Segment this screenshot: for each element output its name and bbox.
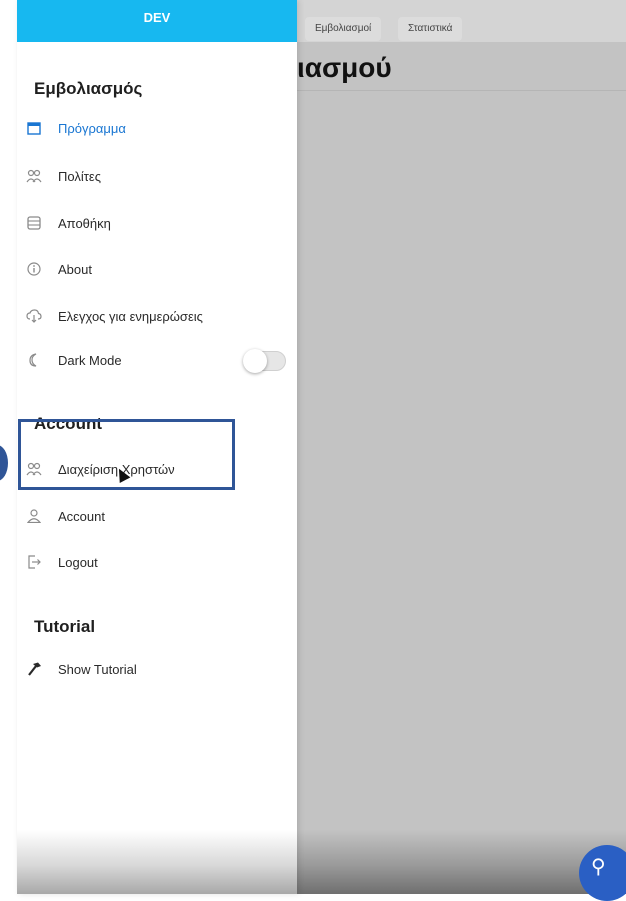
section-title-tutorial: Tutorial [34,617,96,636]
dark-mode-toggle[interactable] [243,349,286,373]
menu-item-show-tutorial[interactable]: Show Tutorial [17,652,297,686]
menu-item-label: Show Tutorial [58,661,137,677]
section-title-vaccination: Εμβολιασμός [34,79,143,98]
menu-item-dark-mode[interactable]: Dark Mode [17,343,297,377]
menu-item-label: Αποθήκη [58,215,111,231]
calendar-icon [26,120,42,136]
search-fab-button[interactable]: ⚲ [579,845,626,901]
people-icon [26,168,42,184]
info-icon [26,261,42,277]
menu-item-label: Πρόγραμμα [58,120,126,136]
step-marker [0,445,8,481]
menu-item-check-updates[interactable]: Ελεγχος για ενημερώσεις [17,299,297,333]
database-icon [26,215,42,231]
moon-icon [26,352,42,368]
cloud-download-icon [26,308,42,324]
hammer-icon [26,661,42,677]
menu-item-label: Dark Mode [58,352,122,368]
menu-item-label: Ελεγχος για ενημερώσεις [58,308,203,324]
drawer-header: DEV [17,0,297,42]
person-icon [26,508,42,524]
menu-item-label: Logout [58,554,98,570]
divider [285,90,626,91]
menu-item-label: About [58,261,92,277]
menu-item-citizens[interactable]: Πολίτες [17,159,297,193]
menu-item-label: Πολίτες [58,168,101,184]
menu-item-about[interactable]: About [17,252,297,286]
tab-vaccinations[interactable]: Εμβολιασμοί [305,17,382,41]
menu-item-storage[interactable]: Αποθήκη [17,206,297,240]
menu-item-program[interactable]: Πρόγραμμα [17,111,297,145]
page-title: ιασμού [297,52,392,83]
drawer-bottom-shade [17,830,297,894]
menu-item-label: Account [58,508,105,524]
search-icon: ⚲ [591,856,606,878]
toggle-knob [243,349,267,373]
tab-statistics[interactable]: Στατιστικά [398,17,463,41]
menu-item-account[interactable]: Account [17,499,297,533]
menu-item-logout[interactable]: Logout [17,545,297,579]
logout-icon [26,554,42,570]
